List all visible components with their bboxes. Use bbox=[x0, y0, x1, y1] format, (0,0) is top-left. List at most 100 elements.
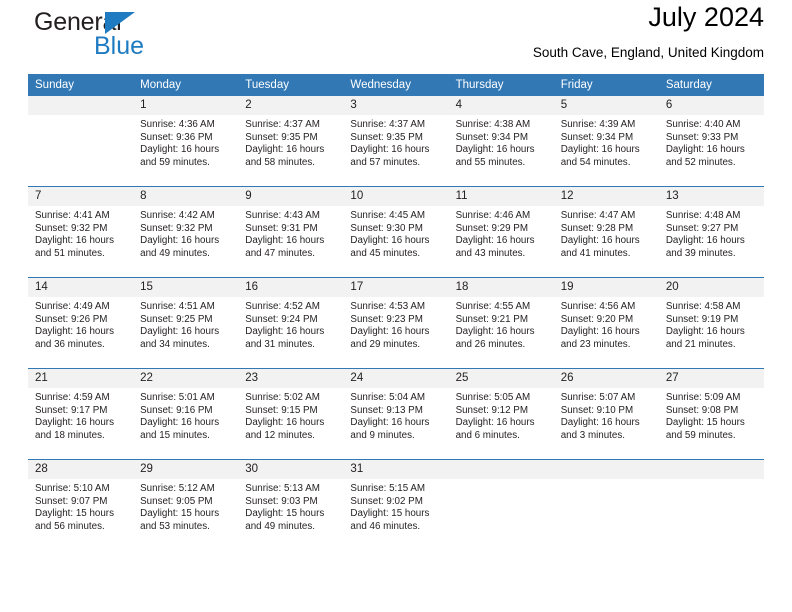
sunset-text: Sunset: 9:15 PM bbox=[245, 404, 318, 416]
day-info: Sunrise: 4:46 AM Sunset: 9:29 PM Dayligh… bbox=[449, 206, 554, 260]
daylight-text-line2: and 58 minutes. bbox=[245, 156, 315, 168]
daylight-text-line1: Daylight: 16 hours bbox=[245, 235, 325, 247]
day-info: Sunrise: 4:47 AM Sunset: 9:28 PM Dayligh… bbox=[554, 206, 659, 260]
calendar-week-row: 1 Sunrise: 4:36 AM Sunset: 9:36 PM Dayli… bbox=[28, 96, 764, 187]
day-number bbox=[658, 460, 764, 479]
day-info: Sunrise: 4:39 AM Sunset: 9:34 PM Dayligh… bbox=[554, 115, 659, 169]
sunrise-text: Sunrise: 5:12 AM bbox=[140, 483, 215, 494]
daylight-text-line2: and 53 minutes. bbox=[140, 520, 210, 532]
day-info: Sunrise: 5:02 AM Sunset: 9:15 PM Dayligh… bbox=[238, 388, 343, 442]
day-info: Sunrise: 5:01 AM Sunset: 9:16 PM Dayligh… bbox=[133, 388, 238, 442]
daylight-text-line2: and 59 minutes. bbox=[140, 156, 210, 168]
day-cell[interactable]: 21 Sunrise: 4:59 AM Sunset: 9:17 PM Dayl… bbox=[28, 368, 134, 460]
day-number bbox=[448, 460, 554, 479]
daylight-text-line2: and 29 minutes. bbox=[350, 338, 421, 350]
day-cell[interactable]: 4 Sunrise: 4:38 AM Sunset: 9:34 PM Dayli… bbox=[448, 96, 554, 187]
sunrise-text: Sunrise: 4:43 AM bbox=[245, 210, 320, 221]
brand-logo[interactable]: General Blue bbox=[34, 8, 254, 66]
day-cell[interactable]: 25 Sunrise: 5:05 AM Sunset: 9:12 PM Dayl… bbox=[448, 368, 554, 460]
sunrise-text: Sunrise: 4:41 AM bbox=[35, 210, 110, 221]
day-cell[interactable] bbox=[553, 459, 659, 550]
calendar-week-row: 14 Sunrise: 4:49 AM Sunset: 9:26 PM Dayl… bbox=[28, 277, 764, 369]
day-cell[interactable]: 3 Sunrise: 4:37 AM Sunset: 9:35 PM Dayli… bbox=[343, 96, 449, 187]
sunrise-text: Sunrise: 4:55 AM bbox=[455, 301, 531, 312]
daylight-text-line2: and 54 minutes. bbox=[560, 156, 631, 168]
sunset-text: Sunset: 9:12 PM bbox=[455, 404, 528, 416]
day-cell[interactable]: 24 Sunrise: 5:04 AM Sunset: 9:13 PM Dayl… bbox=[343, 368, 449, 460]
day-cell[interactable] bbox=[448, 459, 554, 550]
day-cell[interactable]: 2 Sunrise: 4:37 AM Sunset: 9:35 PM Dayli… bbox=[238, 96, 344, 187]
sunset-text: Sunset: 9:36 PM bbox=[140, 131, 213, 143]
day-info: Sunrise: 4:55 AM Sunset: 9:21 PM Dayligh… bbox=[449, 297, 554, 351]
day-cell[interactable]: 27 Sunrise: 5:09 AM Sunset: 9:08 PM Dayl… bbox=[658, 368, 764, 460]
day-number: 12 bbox=[553, 187, 659, 206]
weekday-header-tuesday: Tuesday bbox=[238, 74, 344, 96]
day-info: Sunrise: 4:37 AM Sunset: 9:35 PM Dayligh… bbox=[343, 115, 448, 169]
weekday-header-friday: Friday bbox=[553, 74, 659, 96]
daylight-text-line2: and 26 minutes. bbox=[455, 338, 526, 350]
day-cell[interactable]: 15 Sunrise: 4:51 AM Sunset: 9:25 PM Dayl… bbox=[133, 277, 239, 369]
daylight-text-line1: Daylight: 15 hours bbox=[140, 508, 220, 520]
sunset-text: Sunset: 9:19 PM bbox=[665, 313, 739, 325]
daylight-text-line2: and 52 minutes. bbox=[665, 156, 736, 168]
sunset-text: Sunset: 9:03 PM bbox=[245, 495, 318, 507]
sunrise-text: Sunrise: 5:15 AM bbox=[350, 483, 426, 494]
day-cell[interactable]: 17 Sunrise: 4:53 AM Sunset: 9:23 PM Dayl… bbox=[343, 277, 449, 369]
day-cell[interactable]: 16 Sunrise: 4:52 AM Sunset: 9:24 PM Dayl… bbox=[238, 277, 344, 369]
sunset-text: Sunset: 9:02 PM bbox=[350, 495, 423, 507]
day-number: 24 bbox=[343, 369, 449, 388]
daylight-text-line2: and 45 minutes. bbox=[350, 247, 421, 259]
sunset-text: Sunset: 9:24 PM bbox=[245, 313, 318, 325]
day-cell[interactable]: 7 Sunrise: 4:41 AM Sunset: 9:32 PM Dayli… bbox=[28, 186, 134, 278]
daylight-text-line1: Daylight: 16 hours bbox=[560, 235, 640, 247]
day-cell[interactable]: 5 Sunrise: 4:39 AM Sunset: 9:34 PM Dayli… bbox=[553, 96, 659, 187]
daylight-text-line2: and 15 minutes. bbox=[140, 429, 210, 441]
daylight-text-line1: Daylight: 16 hours bbox=[560, 144, 640, 156]
weekday-header-thursday: Thursday bbox=[448, 74, 554, 96]
daylight-text-line2: and 46 minutes. bbox=[350, 520, 421, 532]
daylight-text-line2: and 43 minutes. bbox=[455, 247, 526, 259]
day-cell[interactable]: 11 Sunrise: 4:46 AM Sunset: 9:29 PM Dayl… bbox=[448, 186, 554, 278]
sunset-text: Sunset: 9:17 PM bbox=[35, 404, 108, 416]
sunset-text: Sunset: 9:30 PM bbox=[350, 222, 423, 234]
day-cell[interactable]: 31 Sunrise: 5:15 AM Sunset: 9:02 PM Dayl… bbox=[343, 459, 449, 550]
day-cell[interactable]: 9 Sunrise: 4:43 AM Sunset: 9:31 PM Dayli… bbox=[238, 186, 344, 278]
daylight-text-line2: and 18 minutes. bbox=[35, 429, 105, 441]
daylight-text-line1: Daylight: 16 hours bbox=[560, 417, 640, 429]
day-number: 6 bbox=[658, 96, 764, 115]
sunset-text: Sunset: 9:07 PM bbox=[35, 495, 108, 507]
calendar-table: Sunday Monday Tuesday Wednesday Thursday… bbox=[28, 74, 764, 550]
day-cell[interactable]: 13 Sunrise: 4:48 AM Sunset: 9:27 PM Dayl… bbox=[658, 186, 764, 278]
daylight-text-line1: Daylight: 16 hours bbox=[245, 144, 325, 156]
day-cell[interactable]: 26 Sunrise: 5:07 AM Sunset: 9:10 PM Dayl… bbox=[553, 368, 659, 460]
daylight-text-line2: and 41 minutes. bbox=[560, 247, 631, 259]
day-cell[interactable]: 1 Sunrise: 4:36 AM Sunset: 9:36 PM Dayli… bbox=[133, 96, 239, 187]
daylight-text-line2: and 57 minutes. bbox=[350, 156, 421, 168]
day-cell[interactable]: 29 Sunrise: 5:12 AM Sunset: 9:05 PM Dayl… bbox=[133, 459, 239, 550]
sunrise-text: Sunrise: 4:37 AM bbox=[245, 119, 320, 130]
day-cell[interactable]: 14 Sunrise: 4:49 AM Sunset: 9:26 PM Dayl… bbox=[28, 277, 134, 369]
day-number: 5 bbox=[553, 96, 659, 115]
day-number: 26 bbox=[553, 369, 659, 388]
day-cell[interactable]: 20 Sunrise: 4:58 AM Sunset: 9:19 PM Dayl… bbox=[658, 277, 764, 369]
day-cell[interactable]: 23 Sunrise: 5:02 AM Sunset: 9:15 PM Dayl… bbox=[238, 368, 344, 460]
daylight-text-line1: Daylight: 16 hours bbox=[455, 144, 535, 156]
day-cell[interactable]: 10 Sunrise: 4:45 AM Sunset: 9:30 PM Dayl… bbox=[343, 186, 449, 278]
day-cell[interactable] bbox=[28, 96, 134, 187]
day-info: Sunrise: 4:37 AM Sunset: 9:35 PM Dayligh… bbox=[238, 115, 343, 169]
sunrise-text: Sunrise: 5:07 AM bbox=[560, 392, 636, 403]
day-cell[interactable]: 18 Sunrise: 4:55 AM Sunset: 9:21 PM Dayl… bbox=[448, 277, 554, 369]
day-cell[interactable] bbox=[658, 459, 764, 550]
day-cell[interactable]: 22 Sunrise: 5:01 AM Sunset: 9:16 PM Dayl… bbox=[133, 368, 239, 460]
day-cell[interactable]: 19 Sunrise: 4:56 AM Sunset: 9:20 PM Dayl… bbox=[553, 277, 659, 369]
day-number bbox=[28, 96, 134, 115]
day-cell[interactable]: 8 Sunrise: 4:42 AM Sunset: 9:32 PM Dayli… bbox=[133, 186, 239, 278]
sunrise-text: Sunrise: 5:09 AM bbox=[665, 392, 741, 403]
weekday-header-sunday: Sunday bbox=[28, 74, 134, 96]
day-cell[interactable]: 6 Sunrise: 4:40 AM Sunset: 9:33 PM Dayli… bbox=[658, 96, 764, 187]
day-cell[interactable]: 28 Sunrise: 5:10 AM Sunset: 9:07 PM Dayl… bbox=[28, 459, 134, 550]
sunrise-text: Sunrise: 5:13 AM bbox=[245, 483, 320, 494]
day-number: 14 bbox=[28, 278, 134, 297]
day-cell[interactable]: 30 Sunrise: 5:13 AM Sunset: 9:03 PM Dayl… bbox=[238, 459, 344, 550]
day-cell[interactable]: 12 Sunrise: 4:47 AM Sunset: 9:28 PM Dayl… bbox=[553, 186, 659, 278]
